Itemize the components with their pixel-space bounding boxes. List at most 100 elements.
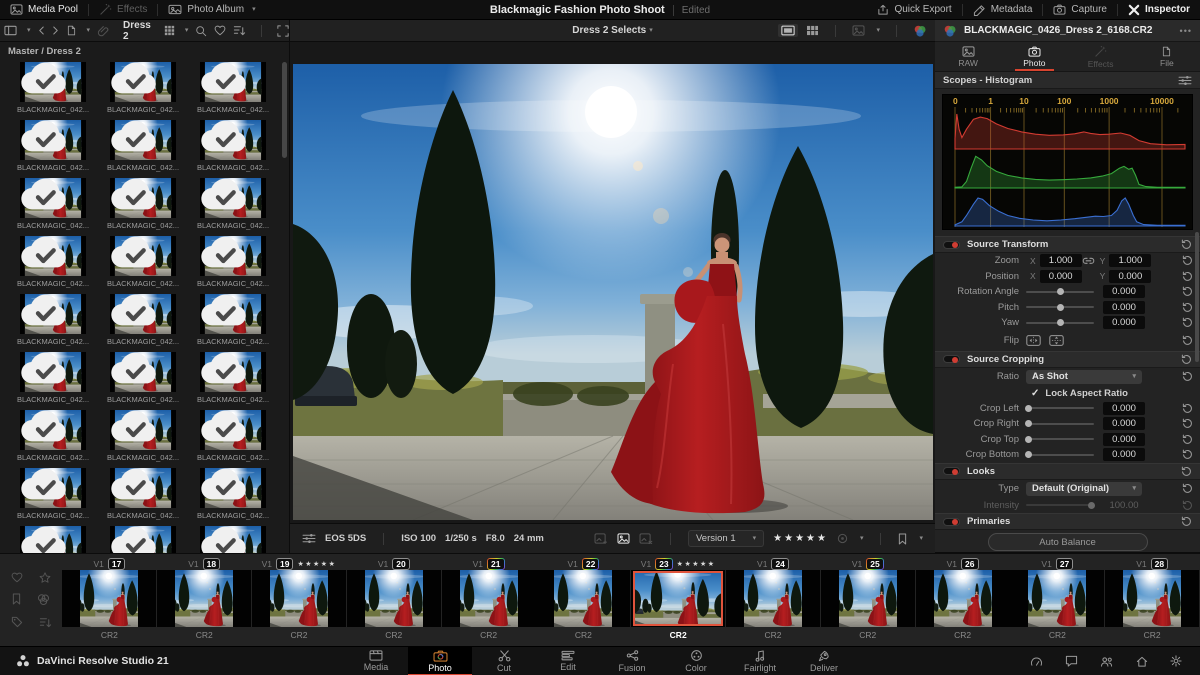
filmstrip-item-19[interactable]: V1 19 ★★★★★ CR2 bbox=[251, 554, 347, 646]
zoom-y-field[interactable]: 1.000 bbox=[1109, 254, 1152, 268]
new-bin-icon[interactable] bbox=[66, 25, 77, 36]
clip-thumbnail[interactable] bbox=[157, 570, 252, 627]
image-show-icon[interactable] bbox=[617, 533, 630, 544]
chevron-down-icon[interactable]: ▾ bbox=[27, 27, 31, 34]
viewer-photo[interactable] bbox=[292, 64, 933, 520]
viewer-title[interactable]: Dress 2 Selects bbox=[572, 25, 646, 36]
sort-icon[interactable] bbox=[233, 24, 246, 37]
clip-thumbnail[interactable] bbox=[631, 570, 726, 627]
scrollbar[interactable] bbox=[1195, 232, 1199, 362]
effects-button[interactable]: Effects bbox=[89, 0, 157, 19]
flip-vertical-icon[interactable] bbox=[1049, 335, 1064, 346]
page-tab-deliver[interactable]: Deliver bbox=[792, 647, 856, 675]
star-rating[interactable]: ★★★★★ bbox=[773, 533, 828, 544]
home-icon[interactable] bbox=[1136, 656, 1148, 667]
tag-filter-icon[interactable] bbox=[11, 616, 23, 629]
link-icon[interactable] bbox=[1082, 257, 1095, 265]
filmstrip-item-17[interactable]: V1 17 CR2 bbox=[62, 554, 157, 646]
color-palette-icon[interactable] bbox=[913, 24, 927, 38]
reset-icon[interactable] bbox=[1181, 466, 1192, 477]
thumbnail-image[interactable] bbox=[200, 120, 266, 160]
sort-filter-icon[interactable] bbox=[39, 616, 52, 629]
tab-file[interactable]: File bbox=[1134, 42, 1200, 71]
rotation-angle-field[interactable]: 0.000 bbox=[1103, 285, 1145, 299]
thumbnail-image[interactable] bbox=[110, 526, 176, 553]
media-thumbnail[interactable]: BLACKMAGIC_042... bbox=[188, 178, 278, 230]
thumbnail-image[interactable] bbox=[200, 468, 266, 508]
media-thumbnail[interactable]: BLACKMAGIC_042... bbox=[98, 120, 188, 172]
clip-thumbnail[interactable] bbox=[346, 570, 441, 627]
position-x-field[interactable]: 0.000 bbox=[1039, 269, 1082, 283]
thumbnail-image[interactable] bbox=[200, 410, 266, 450]
settings-gear-icon[interactable] bbox=[1170, 655, 1182, 667]
media-thumbnail[interactable]: BLACKMAGIC_042... bbox=[188, 236, 278, 288]
reset-icon[interactable] bbox=[1182, 434, 1193, 445]
clip-thumbnail[interactable] bbox=[536, 570, 631, 627]
crop-left-slider[interactable] bbox=[1025, 404, 1094, 412]
lock-aspect-row[interactable]: ✓ Lock Aspect Ratio bbox=[935, 386, 1200, 401]
thumbnail-image[interactable] bbox=[110, 120, 176, 160]
media-thumbnail[interactable]: BLACKMAGIC_042... bbox=[188, 352, 278, 404]
crop-left-field[interactable]: 0.000 bbox=[1103, 401, 1145, 415]
tab-photo[interactable]: Photo bbox=[1001, 42, 1067, 71]
pitch-field[interactable]: 0.000 bbox=[1103, 300, 1145, 314]
grid-view-button-icon[interactable] bbox=[806, 25, 819, 36]
reset-icon[interactable] bbox=[1182, 403, 1193, 414]
clip-thumbnail[interactable] bbox=[441, 570, 536, 627]
media-thumbnail[interactable]: BLACKMAGIC_042... bbox=[8, 468, 98, 520]
position-y-field[interactable]: 0.000 bbox=[1109, 269, 1152, 283]
thumbnail-image[interactable] bbox=[110, 468, 176, 508]
reset-icon[interactable] bbox=[1182, 483, 1193, 494]
source-cropping-toggle[interactable] bbox=[943, 355, 960, 363]
chevron-down-icon[interactable]: ▾ bbox=[876, 27, 880, 34]
chevron-down-icon[interactable]: ▾ bbox=[919, 535, 923, 542]
primaries-toggle[interactable] bbox=[943, 517, 960, 526]
thumbnail-image[interactable] bbox=[110, 294, 176, 334]
chevron-down-icon[interactable]: ▾ bbox=[649, 27, 653, 34]
media-thumbnail[interactable]: BLACKMAGIC_042... bbox=[8, 526, 98, 553]
page-tab-media[interactable]: Media bbox=[344, 647, 408, 675]
media-thumbnail[interactable]: BLACKMAGIC_042... bbox=[8, 62, 98, 114]
forward-icon[interactable] bbox=[52, 26, 59, 35]
yaw-slider[interactable] bbox=[1026, 319, 1094, 327]
filmstrip-item-23[interactable]: V1 23 ★★★★★ CR2 bbox=[631, 554, 726, 646]
filmstrip-item-26[interactable]: V1 26 CR2 bbox=[915, 554, 1010, 646]
version-dropdown[interactable]: Version 1 ▾ bbox=[688, 530, 765, 547]
scrollbar[interactable] bbox=[282, 62, 287, 158]
transform-icon[interactable] bbox=[277, 24, 289, 37]
sidebar-toggle-icon[interactable] bbox=[4, 24, 17, 37]
link-clip-icon[interactable] bbox=[97, 24, 110, 37]
search-icon[interactable] bbox=[195, 25, 207, 37]
zoom-x-field[interactable]: 1.000 bbox=[1039, 254, 1082, 268]
heart-filter-icon[interactable] bbox=[214, 25, 226, 36]
crop-right-slider[interactable] bbox=[1025, 420, 1094, 428]
filmstrip-item-24[interactable]: V1 24 CR2 bbox=[725, 554, 821, 646]
thumbnail-image[interactable] bbox=[110, 410, 176, 450]
image-reject-icon[interactable] bbox=[639, 533, 653, 544]
auto-balance-button[interactable]: Auto Balance bbox=[987, 533, 1148, 551]
page-tab-fairlight[interactable]: Fairlight bbox=[728, 647, 792, 675]
star-filter-icon[interactable] bbox=[39, 571, 51, 583]
media-thumbnail[interactable]: BLACKMAGIC_042... bbox=[98, 178, 188, 230]
reset-icon[interactable] bbox=[1182, 371, 1193, 382]
pitch-slider[interactable] bbox=[1026, 303, 1094, 311]
collaboration-icon[interactable] bbox=[1100, 656, 1114, 667]
media-thumbnail[interactable]: BLACKMAGIC_042... bbox=[98, 352, 188, 404]
chevron-down-icon[interactable]: ▾ bbox=[185, 27, 189, 34]
media-thumbnail[interactable]: BLACKMAGIC_042... bbox=[188, 526, 278, 553]
media-thumbnail[interactable]: BLACKMAGIC_042... bbox=[188, 62, 278, 114]
thumbnail-image[interactable] bbox=[200, 352, 266, 392]
thumbnail-image[interactable] bbox=[20, 236, 86, 276]
media-thumbnail[interactable]: BLACKMAGIC_042... bbox=[188, 120, 278, 172]
flag-color-icon[interactable] bbox=[837, 533, 848, 544]
bookmark-icon[interactable] bbox=[898, 533, 907, 545]
thumbnail-image[interactable] bbox=[110, 178, 176, 218]
media-thumbnail[interactable]: BLACKMAGIC_042... bbox=[8, 410, 98, 462]
heart-filter-icon[interactable] bbox=[11, 572, 23, 583]
media-thumbnail[interactable]: BLACKMAGIC_042... bbox=[98, 294, 188, 346]
overlay-icon[interactable] bbox=[852, 25, 865, 36]
chevron-down-icon[interactable]: ▾ bbox=[87, 27, 91, 34]
reset-icon[interactable] bbox=[1182, 449, 1193, 460]
rotation-angle-slider[interactable] bbox=[1026, 288, 1094, 296]
performance-icon[interactable] bbox=[1030, 656, 1043, 667]
